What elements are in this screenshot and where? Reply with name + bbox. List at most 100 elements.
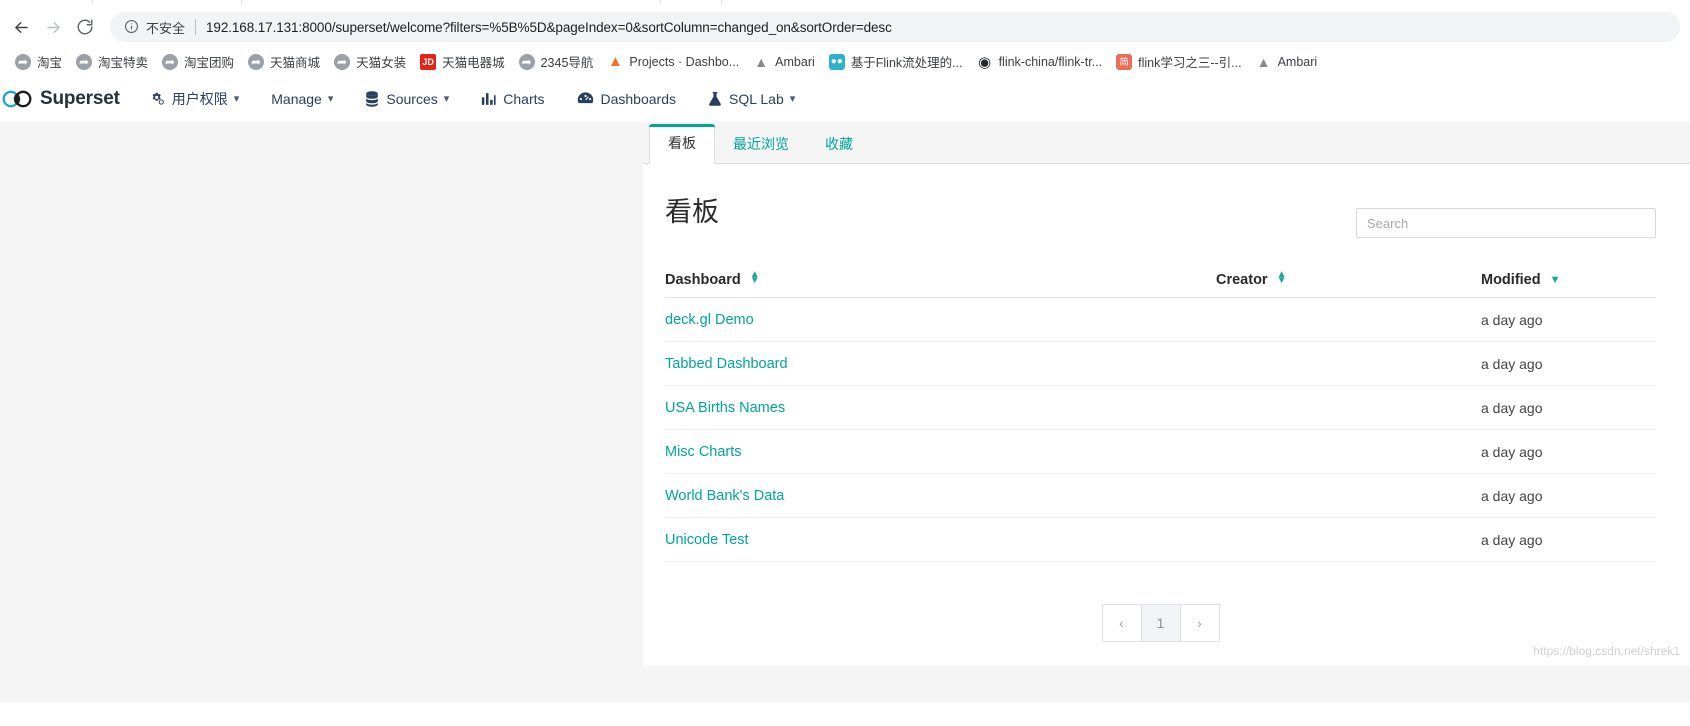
column-label: Modified bbox=[1481, 272, 1541, 288]
dashboard-link[interactable]: Unicode Test bbox=[665, 532, 749, 548]
browser-tab[interactable] bbox=[92, 0, 242, 4]
pagination: ‹ 1 › bbox=[1101, 604, 1220, 642]
info-circle-icon[interactable] bbox=[124, 19, 140, 35]
browser-tab[interactable] bbox=[660, 0, 722, 4]
nav-item-sources[interactable]: Sources ▾ bbox=[349, 76, 465, 122]
cell-dashboard: deck.gl Demo bbox=[665, 297, 1216, 342]
dashboards-panel: 看板 Dashboard ▲▼ Creator ▲▼ bbox=[643, 164, 1690, 672]
pagination-prev-button[interactable]: ‹ bbox=[1101, 604, 1142, 642]
cell-modified: a day ago bbox=[1481, 429, 1656, 474]
bookmark-label: 天猫电器城 bbox=[442, 56, 505, 70]
page-title: 看板 bbox=[665, 197, 719, 227]
bookmark-item[interactable]: ➦ 淘宝团购 bbox=[155, 50, 241, 74]
bookmark-label: flink学习之三--引... bbox=[1138, 56, 1242, 70]
table-row: USA Births Names a day ago bbox=[665, 385, 1656, 430]
flask-icon bbox=[708, 91, 722, 107]
cell-modified: a day ago bbox=[1481, 473, 1656, 518]
bookmark-item[interactable]: 简 flink学习之三--引... bbox=[1109, 50, 1248, 74]
bookmark-label: 天猫商城 bbox=[270, 56, 321, 70]
search-input[interactable] bbox=[1356, 208, 1656, 238]
bookmark-item[interactable]: JD 天猫电器城 bbox=[413, 50, 512, 74]
nav-item-sql-lab[interactable]: SQL Lab ▾ bbox=[692, 76, 811, 122]
cell-creator bbox=[1216, 341, 1481, 386]
table-body: deck.gl Demo a day ago Tabbed Dashboard … bbox=[665, 297, 1656, 562]
dashboard-link[interactable]: deck.gl Demo bbox=[665, 312, 754, 328]
cell-modified: a day ago bbox=[1481, 517, 1656, 562]
chevron-down-icon: ▾ bbox=[789, 93, 796, 105]
dashboard-link[interactable]: World Bank's Data bbox=[665, 488, 784, 504]
cell-dashboard: Unicode Test bbox=[665, 517, 1216, 562]
bookmark-label: 基于Flink流处理的... bbox=[850, 56, 963, 70]
sort-both-icon[interactable]: ▲ ▼ bbox=[1277, 270, 1287, 286]
taobao-icon: ➦ bbox=[248, 53, 265, 70]
taobao-icon: ➦ bbox=[518, 53, 535, 70]
reload-icon[interactable] bbox=[70, 12, 100, 42]
cell-dashboard: USA Births Names bbox=[665, 385, 1216, 430]
cell-creator bbox=[1216, 385, 1481, 430]
bookmark-item[interactable]: ➦ 天猫女装 bbox=[327, 50, 413, 74]
bar-chart-icon bbox=[481, 92, 496, 106]
pagination-page-1[interactable]: 1 bbox=[1140, 604, 1181, 642]
bookmark-label: 天猫女装 bbox=[356, 56, 407, 70]
dashboard-link[interactable]: Tabbed Dashboard bbox=[665, 356, 788, 372]
jianshu-icon: 简 bbox=[1116, 53, 1133, 70]
cell-dashboard: Tabbed Dashboard bbox=[665, 341, 1216, 386]
nav-item-user-permissions[interactable]: 用户权限 ▾ bbox=[134, 76, 256, 122]
pagination-next-button[interactable]: › bbox=[1179, 604, 1220, 642]
column-header-creator[interactable]: Creator ▲ ▼ bbox=[1216, 266, 1481, 298]
bookmark-item[interactable]: ➦ 2345导航 bbox=[512, 50, 601, 74]
nav-item-label: Charts bbox=[503, 90, 545, 107]
nav-item-label: 用户权限 bbox=[171, 90, 228, 107]
watermark-text: https://blog.csdn.net/shrek1 bbox=[1533, 644, 1680, 658]
cell-modified: a day ago bbox=[1481, 341, 1656, 386]
bookmark-label: Projects · Dashbo... bbox=[629, 54, 740, 69]
cell-dashboard: Misc Charts bbox=[665, 429, 1216, 474]
bookmark-item[interactable]: ●● 基于Flink流处理的... bbox=[822, 50, 970, 74]
bookmark-item[interactable]: ▲ Ambari bbox=[746, 50, 822, 74]
dashboard-link[interactable]: USA Births Names bbox=[665, 400, 785, 416]
bookmark-item[interactable]: ▲ Projects · Dashbo... bbox=[600, 50, 746, 74]
chevron-down-icon: ▾ bbox=[327, 93, 334, 105]
forward-icon[interactable] bbox=[38, 12, 68, 42]
nav-item-charts[interactable]: Charts bbox=[465, 76, 560, 122]
bookmark-label: 2345导航 bbox=[540, 56, 594, 70]
tab-dashboards[interactable]: 看板 bbox=[649, 124, 715, 164]
superset-brand[interactable]: Superset bbox=[0, 88, 134, 110]
tab-favorites[interactable]: 收藏 bbox=[807, 126, 871, 164]
footer-strip bbox=[0, 666, 1690, 702]
column-label: Creator bbox=[1216, 272, 1268, 288]
bookmark-item[interactable]: ▲ Ambari bbox=[1249, 50, 1325, 74]
bookmark-item[interactable]: ➦ 淘宝 bbox=[8, 50, 69, 74]
sort-desc-icon[interactable]: ▼ bbox=[1550, 275, 1561, 286]
nav-item-dashboards[interactable]: Dashboards bbox=[561, 76, 693, 122]
bookmark-item[interactable]: ◉ flink-china/flink-tr... bbox=[970, 50, 1110, 74]
superset-logo-icon bbox=[2, 90, 32, 108]
column-header-modified[interactable]: Modified ▼ bbox=[1481, 266, 1656, 298]
dashboard-icon bbox=[577, 91, 594, 106]
table-header: Dashboard ▲ ▼ Creator ▲ ▼ Modified ▼ bbox=[665, 266, 1656, 298]
column-label: Dashboard bbox=[665, 272, 741, 288]
sort-both-icon[interactable]: ▲ ▼ bbox=[750, 270, 760, 286]
welcome-column: 看板 最近浏览 收藏 看板 Dashboard ▲▼ bbox=[643, 122, 1690, 702]
bookmark-item[interactable]: ➦ 淘宝特卖 bbox=[69, 50, 155, 74]
address-bar[interactable]: 不安全 192.168.17.131:8000/superset/welcome… bbox=[110, 12, 1680, 42]
cell-creator bbox=[1216, 429, 1481, 474]
bookmark-item[interactable]: ➦ 天猫商城 bbox=[241, 50, 327, 74]
tab-strip bbox=[0, 0, 1690, 6]
database-icon bbox=[365, 90, 379, 107]
tab-recently-viewed[interactable]: 最近浏览 bbox=[715, 126, 807, 164]
cell-modified: a day ago bbox=[1481, 297, 1656, 342]
cell-modified: a day ago bbox=[1481, 385, 1656, 430]
table-row: World Bank's Data a day ago bbox=[665, 473, 1656, 518]
column-header-dashboard[interactable]: Dashboard ▲ ▼ bbox=[665, 266, 1216, 298]
taobao-icon: ➦ bbox=[76, 53, 93, 70]
brand-label: Superset bbox=[40, 87, 120, 109]
jd-icon: JD bbox=[420, 53, 437, 70]
dashboards-table: Dashboard ▲ ▼ Creator ▲ ▼ Modified ▼ dec… bbox=[665, 266, 1656, 562]
back-icon[interactable] bbox=[6, 12, 36, 42]
nav-item-manage[interactable]: Manage ▾ bbox=[255, 76, 349, 122]
bookmark-label: 淘宝 bbox=[37, 56, 63, 70]
dashboard-link[interactable]: Misc Charts bbox=[665, 444, 742, 460]
bookmark-label: 淘宝团购 bbox=[184, 56, 235, 70]
taobao-icon: ➦ bbox=[334, 53, 351, 70]
